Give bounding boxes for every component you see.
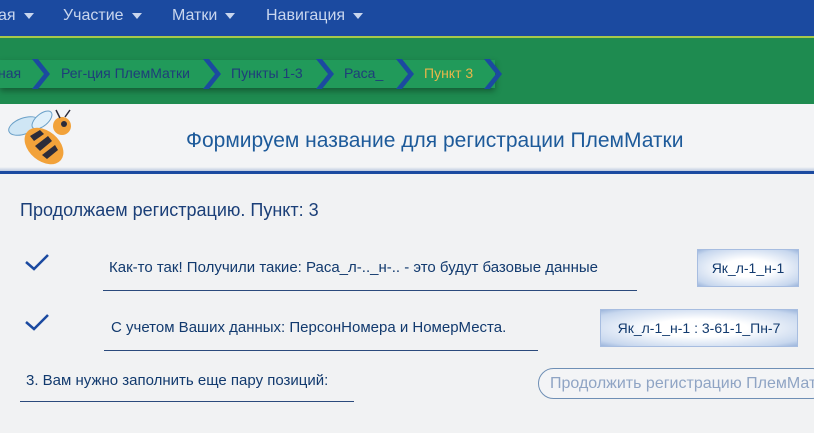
divider	[103, 290, 637, 291]
checkmark-icon	[25, 254, 49, 271]
bee-icon	[8, 109, 71, 165]
result-text-personal: С учетом Ваших данных: ПерсонНомера и Но…	[111, 319, 507, 336]
page-header: Формируем название для регистрации ПлемМ…	[0, 104, 814, 174]
caret-down-icon	[131, 12, 142, 19]
breadcrumb-registration[interactable]: Рег-ция ПлемМатки	[61, 65, 190, 81]
chevron-right-icon	[316, 59, 334, 89]
top-navigation: ая Участие Матки Навигация	[0, 0, 814, 36]
divider	[104, 350, 538, 351]
chevron-right-icon	[32, 59, 50, 89]
chevron-right-icon	[396, 59, 414, 89]
breadcrumb: ная Рег-ция ПлемМатки Пункты 1-3 Раса_ П…	[0, 59, 502, 89]
nav-item-label: ая	[0, 7, 16, 24]
section-subtitle: Продолжаем регистрацию. Пункт: 3	[20, 200, 319, 220]
nav-item-navigation[interactable]: Навигация	[266, 7, 364, 25]
nav-item-label: Участие	[63, 7, 124, 24]
breadcrumb-points[interactable]: Пункты 1-3	[231, 65, 303, 81]
continue-registration-button[interactable]: Продолжить регистрацию ПлемМатки	[538, 368, 814, 399]
caret-down-icon	[225, 12, 236, 19]
breadcrumb-current: Пункт 3	[424, 65, 474, 81]
breadcrumb-band: ная Рег-ция ПлемМатки Пункты 1-3 Раса_ П…	[0, 36, 814, 104]
divider	[20, 401, 354, 402]
checkmark-icon	[25, 314, 49, 331]
caret-down-icon	[23, 12, 34, 19]
breadcrumb-home[interactable]: ная	[0, 65, 21, 81]
base-name-badge: Як_л-1_н-1	[697, 249, 799, 287]
caret-down-icon	[353, 12, 364, 19]
nav-item-participation[interactable]: Участие	[63, 7, 142, 25]
full-name-badge: Як_л-1_н-1 : 3-61-1_Пн-7	[600, 309, 798, 347]
instruction-text: 3. Вам нужно заполнить еще пару позиций:	[26, 372, 329, 389]
nav-item-label: Матки	[172, 7, 218, 24]
nav-item-label: Навигация	[266, 7, 346, 24]
breadcrumb-race[interactable]: Раса_	[344, 65, 383, 81]
result-text-base: Как-то так! Получили такие: Раса_л-.._н-…	[109, 259, 599, 276]
chevron-right-icon	[203, 59, 221, 89]
page-title: Формируем название для регистрации ПлемМ…	[186, 129, 684, 152]
nav-item-home[interactable]: ая	[0, 7, 34, 25]
chevron-right-icon	[484, 59, 502, 89]
nav-item-queens[interactable]: Матки	[172, 7, 236, 25]
